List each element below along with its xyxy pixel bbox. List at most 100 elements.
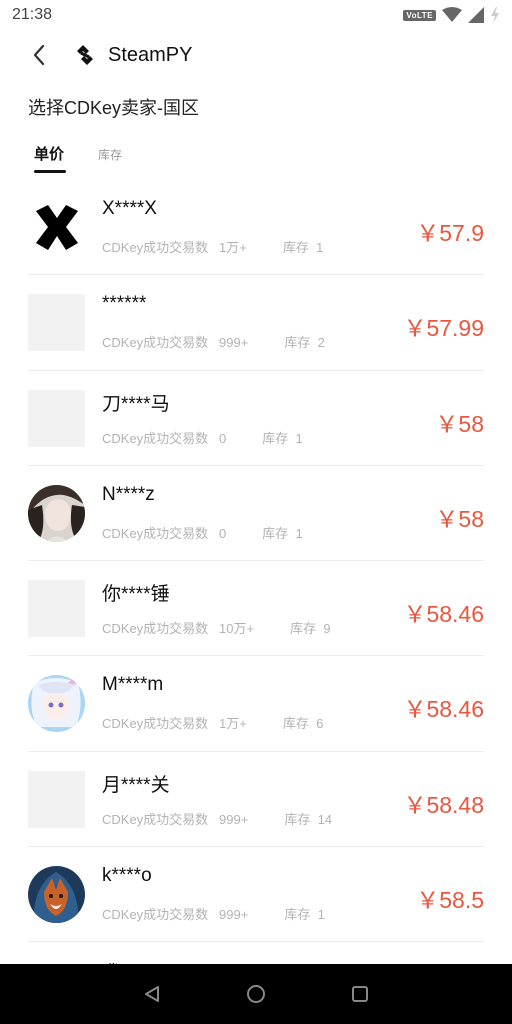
signal-icon (468, 7, 484, 23)
seller-name: k****o (102, 865, 152, 887)
stock-label: 库存 (262, 430, 289, 446)
trades-value: 999+ (219, 907, 249, 923)
seller-price: ￥58.46 (403, 696, 484, 723)
seller-meta: CDKey成功交易数 999+ 库存 2 (102, 332, 325, 351)
seller-avatar-photo (28, 675, 85, 733)
seller-name: 刀****马 (102, 393, 170, 415)
trades-label: CDKey成功交易数 (102, 240, 209, 255)
seller-avatar (28, 199, 85, 256)
seller-avatar-photo (28, 866, 85, 924)
steampy-logo (74, 43, 98, 67)
status-time: 21:38 (12, 6, 53, 23)
seller-row[interactable]: 你****锤 CDKey成功交易数 10万+ 库存 9 ￥58.46 (28, 561, 484, 657)
seller-row[interactable]: ****** CDKey成功交易数 999+ 库存 2 ￥57.99 (28, 275, 484, 371)
status-bar: 21:38 VoLTE (0, 0, 512, 30)
seller-price: ￥58.46 (403, 601, 484, 628)
status-icons: VoLTE (403, 7, 500, 23)
page-subtitle: 选择CDKey卖家-国区 (28, 98, 200, 118)
app-title: SteamPY (108, 43, 193, 66)
trades-value: 1万+ (219, 240, 247, 255)
seller-meta: CDKey成功交易数 10万+ 库存 9 (102, 618, 331, 637)
back-button[interactable] (24, 40, 54, 70)
stock-label: 库存 (262, 525, 289, 541)
seller-meta: CDKey成功交易数 1万+ 库存 1 (102, 237, 323, 256)
trades-value: 0 (219, 430, 227, 446)
stock-value: 9 (323, 621, 331, 637)
stock-label: 库存 (282, 240, 309, 255)
seller-name: 月****关 (102, 774, 170, 796)
trades-value: 999+ (219, 335, 249, 351)
fox-avatar-icon (28, 866, 85, 924)
sort-tabs: 单价 库存 (28, 140, 122, 176)
seller-price: ￥58 (435, 505, 484, 532)
nav-recents-button[interactable] (340, 974, 380, 1014)
wifi-icon (442, 7, 462, 22)
trades-label: CDKey成功交易数 (102, 430, 209, 446)
trades-label: CDKey成功交易数 (102, 907, 209, 923)
circle-home-icon (247, 985, 265, 1003)
seller-price: ￥58.48 (403, 791, 484, 818)
nav-back-button[interactable] (132, 974, 172, 1014)
stock-label: 库存 (284, 335, 311, 351)
seller-price: ￥58.5 (416, 887, 484, 914)
seller-avatar-placeholder (28, 580, 85, 638)
seller-meta: CDKey成功交易数 0 库存 1 (102, 523, 303, 542)
nav-home-button[interactable] (236, 974, 276, 1014)
seller-price: ￥57.99 (403, 315, 484, 342)
seller-row[interactable]: M****m CDKey成功交易数 1万+ 库存 6 ￥58.46 (28, 656, 484, 752)
trades-value: 1万+ (219, 716, 247, 732)
seller-meta: CDKey成功交易数 999+ 库存 1 (102, 904, 325, 923)
seller-name: X****X (102, 198, 157, 219)
stock-value: 14 (317, 811, 333, 827)
stock-label: 库存 (290, 621, 317, 637)
tab-stock-label: 库存 (98, 148, 123, 162)
seller-row[interactable]: N****z CDKey成功交易数 0 库存 1 ￥58 (28, 466, 484, 562)
trades-label: CDKey成功交易数 (102, 621, 209, 637)
tab-stock[interactable]: 库存 (98, 140, 122, 163)
chevron-left-icon (33, 44, 45, 66)
stock-value: 2 (317, 335, 325, 351)
seller-row[interactable]: k****o CDKey成功交易数 999+ 库存 1 ￥58.5 (28, 847, 484, 943)
trades-value: 999+ (219, 811, 249, 827)
tab-unit-price-label: 单价 (34, 146, 65, 163)
seller-list: X****X CDKey成功交易数 1万+ 库存 1 ￥57.9 ****** C… (28, 180, 484, 972)
system-nav-bar (0, 964, 512, 1024)
seller-price: ￥58 (435, 410, 484, 437)
volte-badge: VoLTE (403, 9, 436, 21)
trades-value: 0 (219, 525, 227, 541)
stock-value: 1 (295, 430, 303, 446)
x-logo-icon (36, 205, 78, 250)
seller-name: 你****锤 (102, 584, 170, 606)
trades-label: CDKey成功交易数 (102, 335, 209, 351)
app-header: SteamPY (0, 30, 512, 80)
trades-label: CDKey成功交易数 (102, 811, 209, 827)
seller-row[interactable]: X****X CDKey成功交易数 1万+ 库存 1 ￥57.9 (28, 180, 484, 276)
seller-avatar-placeholder (28, 294, 85, 352)
seller-price: ￥57.9 (416, 220, 484, 246)
battery-charging-icon (491, 7, 499, 23)
tab-unit-price[interactable]: 单价 (28, 140, 70, 173)
steampy-logo-icon (77, 45, 93, 65)
seller-row[interactable]: 月****关 CDKey成功交易数 999+ 库存 14 ￥58.48 (28, 752, 484, 848)
seller-avatar-placeholder (28, 770, 85, 828)
seller-meta: CDKey成功交易数 1万+ 库存 6 (102, 713, 323, 732)
trades-value: 10万+ (219, 621, 255, 637)
stock-label: 库存 (284, 811, 311, 827)
tab-active-indicator (34, 170, 66, 173)
stock-label: 库存 (284, 907, 311, 923)
trades-label: CDKey成功交易数 (102, 716, 209, 732)
stock-value: 1 (317, 907, 325, 923)
stock-value: 1 (295, 525, 303, 541)
seller-avatar-photo (28, 484, 85, 542)
stock-label: 库存 (282, 716, 309, 732)
seller-meta: CDKey成功交易数 999+ 库存 14 (102, 809, 332, 828)
seller-meta: CDKey成功交易数 0 库存 1 (102, 428, 303, 447)
seller-row[interactable]: 刀****马 CDKey成功交易数 0 库存 1 ￥58 (28, 371, 484, 466)
seller-name: N****z (102, 483, 155, 505)
trades-label: CDKey成功交易数 (102, 525, 209, 541)
square-recents-icon (352, 986, 368, 1002)
user-photo-icon (28, 484, 85, 542)
stock-value: 6 (316, 716, 324, 732)
seller-name: M****m (102, 674, 164, 696)
stock-value: 1 (316, 240, 324, 255)
